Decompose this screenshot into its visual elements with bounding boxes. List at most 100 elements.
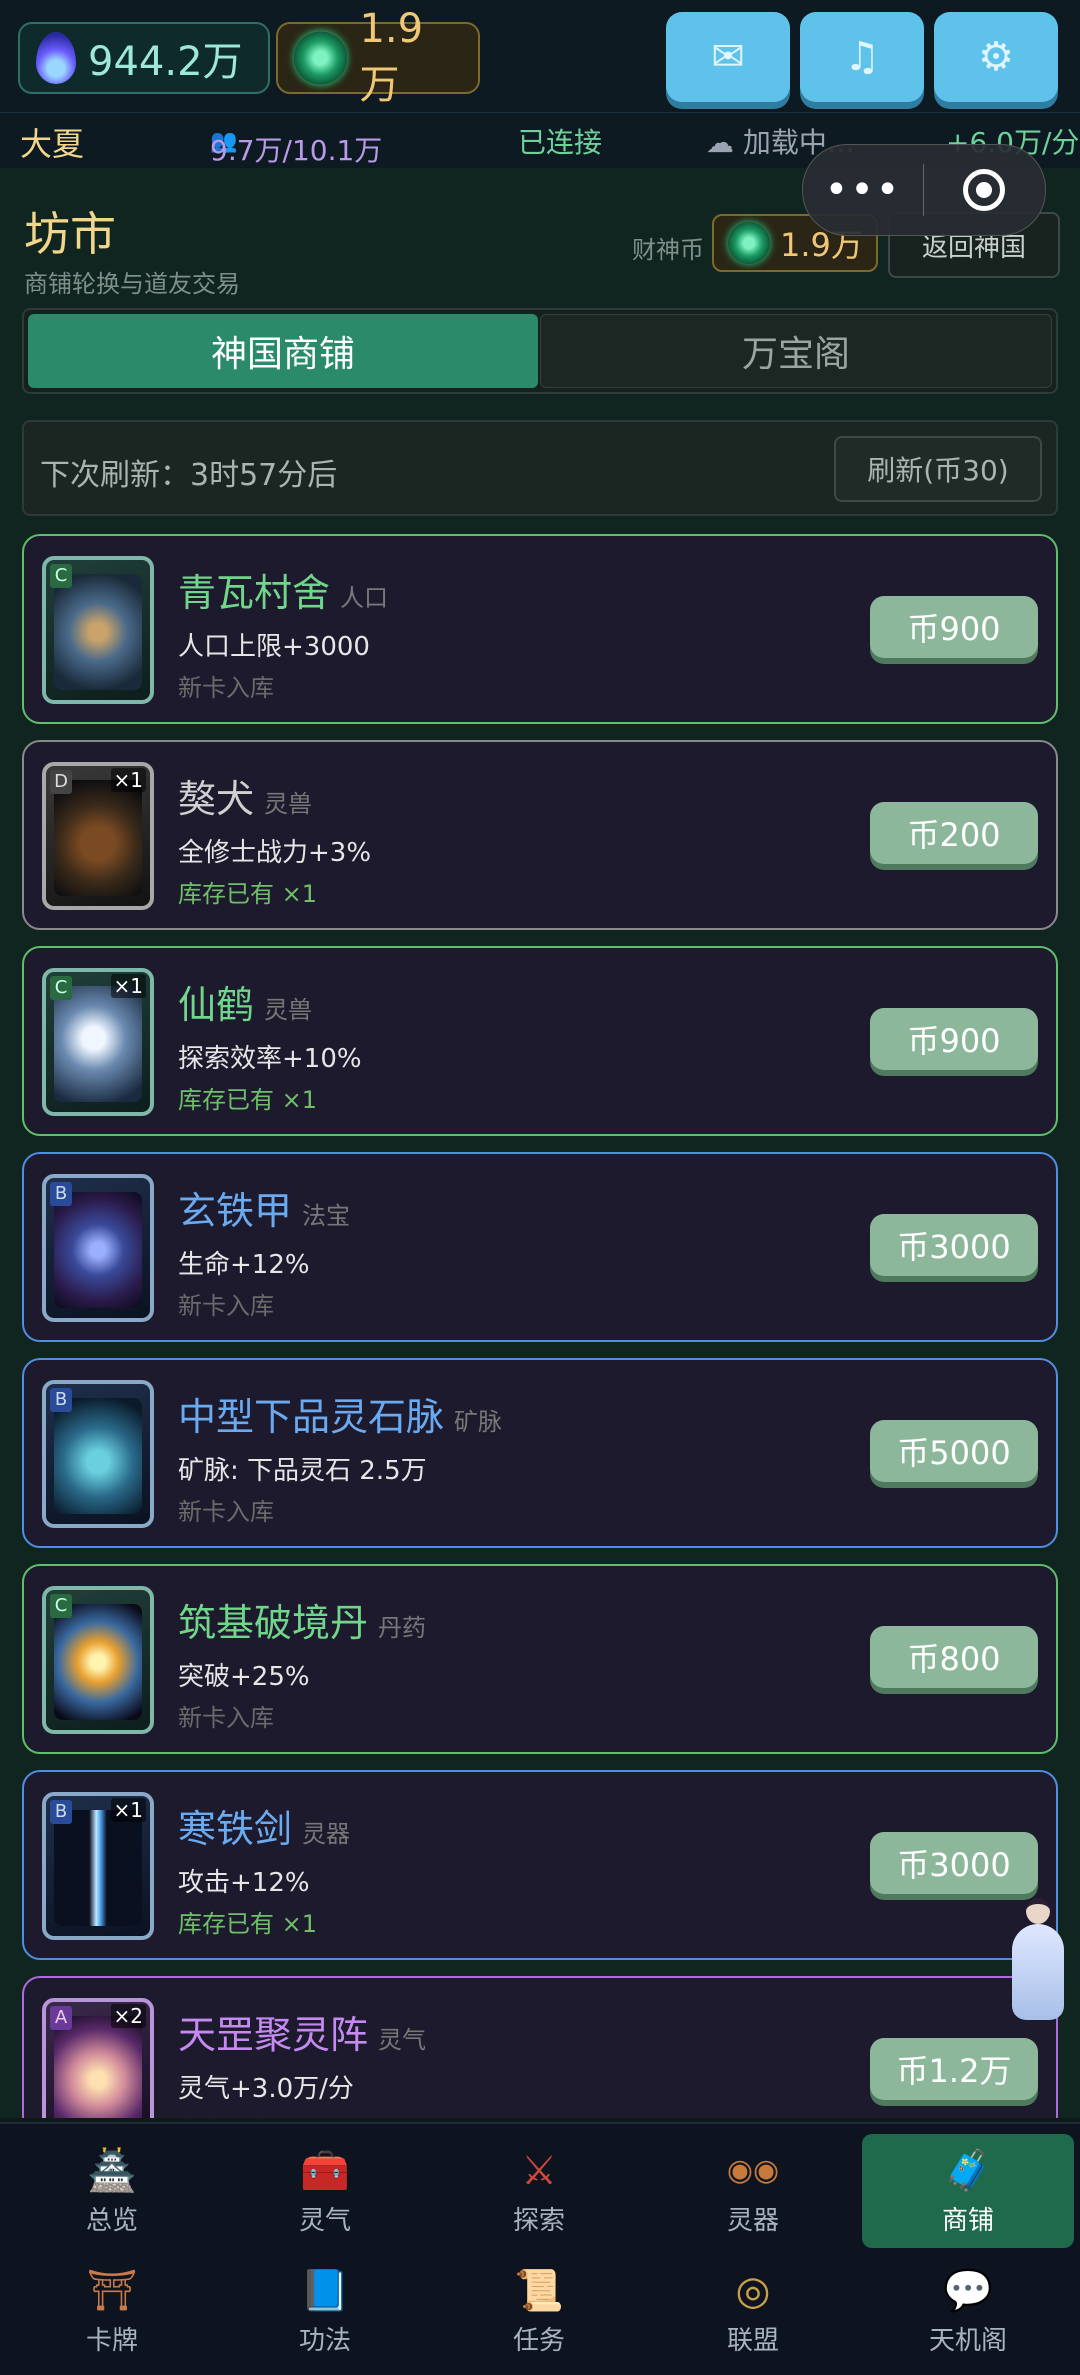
item-effect: 突破+25% [178, 1662, 310, 1692]
shop-item: B 玄铁甲 法宝 生命+12% 新卡入库 币3000 [22, 1152, 1058, 1342]
item-card[interactable]: D ×1 [42, 762, 154, 910]
page-subtitle: 商铺轮换与道友交易 [24, 270, 240, 298]
shop-item: B ×1 寒铁剑 灵器 攻击+12% 库存已有 ×1 币3000 [22, 1770, 1058, 1960]
scroll-icon: 📜 [514, 2267, 564, 2314]
spirit-energy-pill[interactable]: 944.2万 [18, 22, 270, 94]
rarity-badge: B [50, 1800, 72, 1824]
nav-label: 功法 [298, 2325, 351, 2356]
close-target-icon [963, 169, 1005, 211]
item-name: 獒犬 灵兽 [178, 777, 313, 821]
item-name: 中型下品灵石脉 矿脉 [178, 1395, 503, 1439]
item-effect: 灵气+3.0万/分 [178, 2074, 354, 2104]
item-effect: 人口上限+3000 [178, 632, 370, 662]
nav-techniques[interactable]: 📘 功法 [219, 2254, 431, 2368]
item-card[interactable]: C [42, 1586, 154, 1734]
fairy-assistant-avatar[interactable] [1008, 1898, 1068, 2024]
nav-label: 联盟 [726, 2325, 779, 2356]
item-art [54, 986, 142, 1102]
item-category: 灵兽 [264, 790, 313, 818]
orbs-icon: ◉◉ [726, 2152, 780, 2188]
mini-program-capsule: ••• [802, 144, 1046, 236]
tab-shop[interactable]: 神国商铺 [28, 314, 538, 388]
refresh-button[interactable]: 刷新(币30) [834, 436, 1042, 502]
item-name: 青瓦村舍 人口 [178, 571, 389, 615]
settings-button[interactable]: ⚙ [934, 12, 1058, 102]
more-menu-button[interactable]: ••• [803, 167, 923, 213]
nav-oracle-pavilion[interactable]: 💬 天机阁 [862, 2254, 1074, 2368]
item-art [54, 780, 142, 896]
item-card[interactable]: B [42, 1380, 154, 1528]
nav-label: 天机阁 [928, 2325, 1007, 2356]
shop-item: B 中型下品灵石脉 矿脉 矿脉: 下品灵石 2.5万 新卡入库 币5000 [22, 1358, 1058, 1548]
coin-icon [728, 222, 770, 264]
item-category: 灵气 [378, 2026, 427, 2054]
nav-cards[interactable]: ⛩ 卡牌 [6, 2254, 218, 2368]
close-mini-program-button[interactable] [924, 169, 1044, 211]
buy-button[interactable]: 币200 [870, 802, 1038, 864]
buy-button[interactable]: 币5000 [870, 1420, 1038, 1482]
music-button[interactable]: ♫ [800, 12, 924, 102]
spirit-energy-value: 944.2万 [88, 39, 243, 85]
nav-overview[interactable]: 🏯 总览 [6, 2134, 218, 2248]
mail-button[interactable]: ✉ [666, 12, 790, 102]
shop-item: C 筑基破境丹 丹药 突破+25% 新卡入库 币800 [22, 1564, 1058, 1754]
item-name: 仙鹤 灵兽 [178, 983, 313, 1027]
mail-icon: ✉ [711, 34, 745, 80]
item-effect: 生命+12% [178, 1250, 310, 1280]
item-art [54, 1398, 142, 1514]
item-stock-status: 新卡入库 [178, 1292, 274, 1320]
buy-button[interactable]: 币3000 [870, 1214, 1038, 1276]
item-category: 灵器 [302, 1820, 351, 1848]
connection-status: 已连接 [518, 126, 603, 159]
nav-shop[interactable]: 🧳 商铺 [862, 2134, 1074, 2248]
item-stock-status: 新卡入库 [178, 1704, 274, 1732]
nation-name: 大夏 [20, 125, 85, 163]
fortress-icon: 🏯 [87, 2147, 137, 2194]
market-panel: 坊市 商铺轮换与道友交易 财神币 1.9万 返回神国 神国商铺 万宝阁 下次刷新… [0, 168, 1080, 2118]
owned-count-badge: ×1 [110, 768, 146, 792]
nav-label: 总览 [85, 2205, 138, 2236]
nav-spirit[interactable]: 🧰 灵气 [219, 2134, 431, 2248]
nav-explore[interactable]: ⚔ 探索 [433, 2134, 645, 2248]
item-name: 筑基破境丹 丹药 [178, 1601, 427, 1645]
buy-button[interactable]: 币1.2万 [870, 2038, 1038, 2100]
rarity-badge: C [50, 976, 72, 1000]
music-icon: ♫ [844, 34, 880, 80]
nav-alliance[interactable]: ◎ 联盟 [647, 2254, 859, 2368]
rarity-badge: C [50, 1594, 72, 1618]
nav-tasks[interactable]: 📜 任务 [433, 2254, 645, 2368]
coin-value: 1.9万 [359, 6, 424, 108]
buy-button[interactable]: 币900 [870, 1008, 1038, 1070]
item-effect: 攻击+12% [178, 1868, 310, 1898]
item-card[interactable]: A ×2 [42, 1998, 154, 2118]
rarity-badge: C [50, 564, 72, 588]
buy-button[interactable]: 币900 [870, 596, 1038, 658]
item-stock-status: 库存已有 ×1 [178, 880, 318, 908]
buy-button[interactable]: 币3000 [870, 1832, 1038, 1894]
population-value: 9.7万/10.1万 [210, 134, 383, 167]
fund-label: 财神币 [632, 236, 704, 264]
temple-icon: ⛩ [86, 2267, 138, 2314]
buy-button[interactable]: 币800 [870, 1626, 1038, 1688]
item-category: 丹药 [378, 1614, 427, 1642]
item-category: 矿脉 [454, 1408, 503, 1436]
item-card[interactable]: B [42, 1174, 154, 1322]
top-bar: 944.2万 1.9万 ✉ ♫ ⚙ 大夏 👥 9.7万/10.1万 已连接 ☁ 加… [0, 0, 1080, 168]
shop-item: D ×1 獒犬 灵兽 全修士战力+3% 库存已有 ×1 币200 [22, 740, 1058, 930]
item-card[interactable]: C [42, 556, 154, 704]
tab-treasure-pavilion[interactable]: 万宝阁 [540, 314, 1052, 388]
item-category: 法宝 [302, 1202, 351, 1230]
coin-pill[interactable]: 1.9万 [276, 6, 480, 108]
item-stock-status: 库存已有 ×2 [178, 2110, 317, 2118]
bottom-navigation: 🏯 总览 🧰 灵气 ⚔ 探索 ◉◉ 灵器 🧳 商铺 ⛩ 卡牌 📘 功法 📜 任务… [0, 2122, 1080, 2375]
spirit-flame-icon [36, 32, 76, 84]
nav-artifacts[interactable]: ◉◉ 灵器 [647, 2134, 859, 2248]
item-card[interactable]: C ×1 [42, 968, 154, 1116]
item-stock-status: 库存已有 ×1 [178, 1910, 318, 1938]
item-name: 寒铁剑 灵器 [178, 1807, 351, 1851]
refresh-row: 下次刷新：3时57分后 刷新(币30) [22, 420, 1058, 516]
item-art [54, 574, 142, 690]
rarity-badge: A [50, 2006, 72, 2030]
item-art [54, 2016, 142, 2118]
item-card[interactable]: B ×1 [42, 1792, 154, 1940]
